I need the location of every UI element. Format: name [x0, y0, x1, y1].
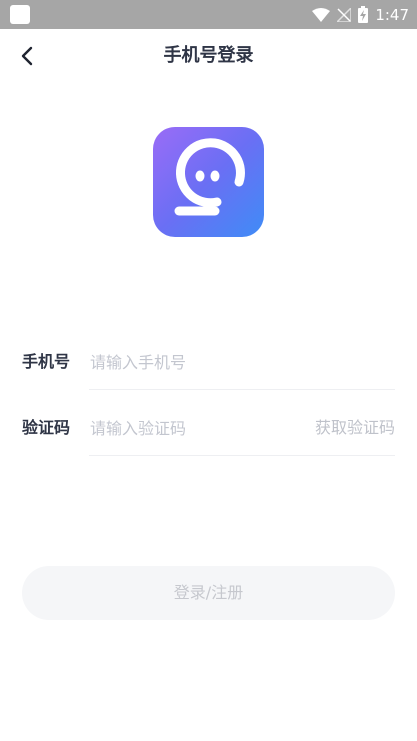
code-label: 验证码 [22, 418, 71, 437]
phone-input[interactable] [90, 340, 300, 384]
phone-divider [89, 389, 395, 390]
notification-icon [10, 5, 30, 24]
chat-bubble-logo [174, 138, 245, 216]
get-code-button[interactable]: 获取验证码 [315, 406, 395, 450]
wifi-icon [312, 7, 331, 22]
status-time: 1:47 [375, 5, 409, 24]
header: 手机号登录 [0, 29, 417, 83]
code-row: 验证码 获取验证码 [22, 406, 395, 450]
battery-charging-icon [358, 6, 369, 23]
login-register-button[interactable]: 登录/注册 [22, 566, 395, 620]
status-right-group: 1:47 [312, 0, 409, 29]
phone-row: 手机号 [22, 340, 395, 384]
status-bar: 1:47 [0, 0, 417, 29]
phone-label: 手机号 [22, 352, 71, 371]
page-title: 手机号登录 [163, 45, 254, 66]
code-divider [89, 455, 395, 456]
code-input[interactable] [90, 406, 300, 450]
signal-off-icon [337, 7, 352, 22]
app-logo [153, 127, 264, 237]
